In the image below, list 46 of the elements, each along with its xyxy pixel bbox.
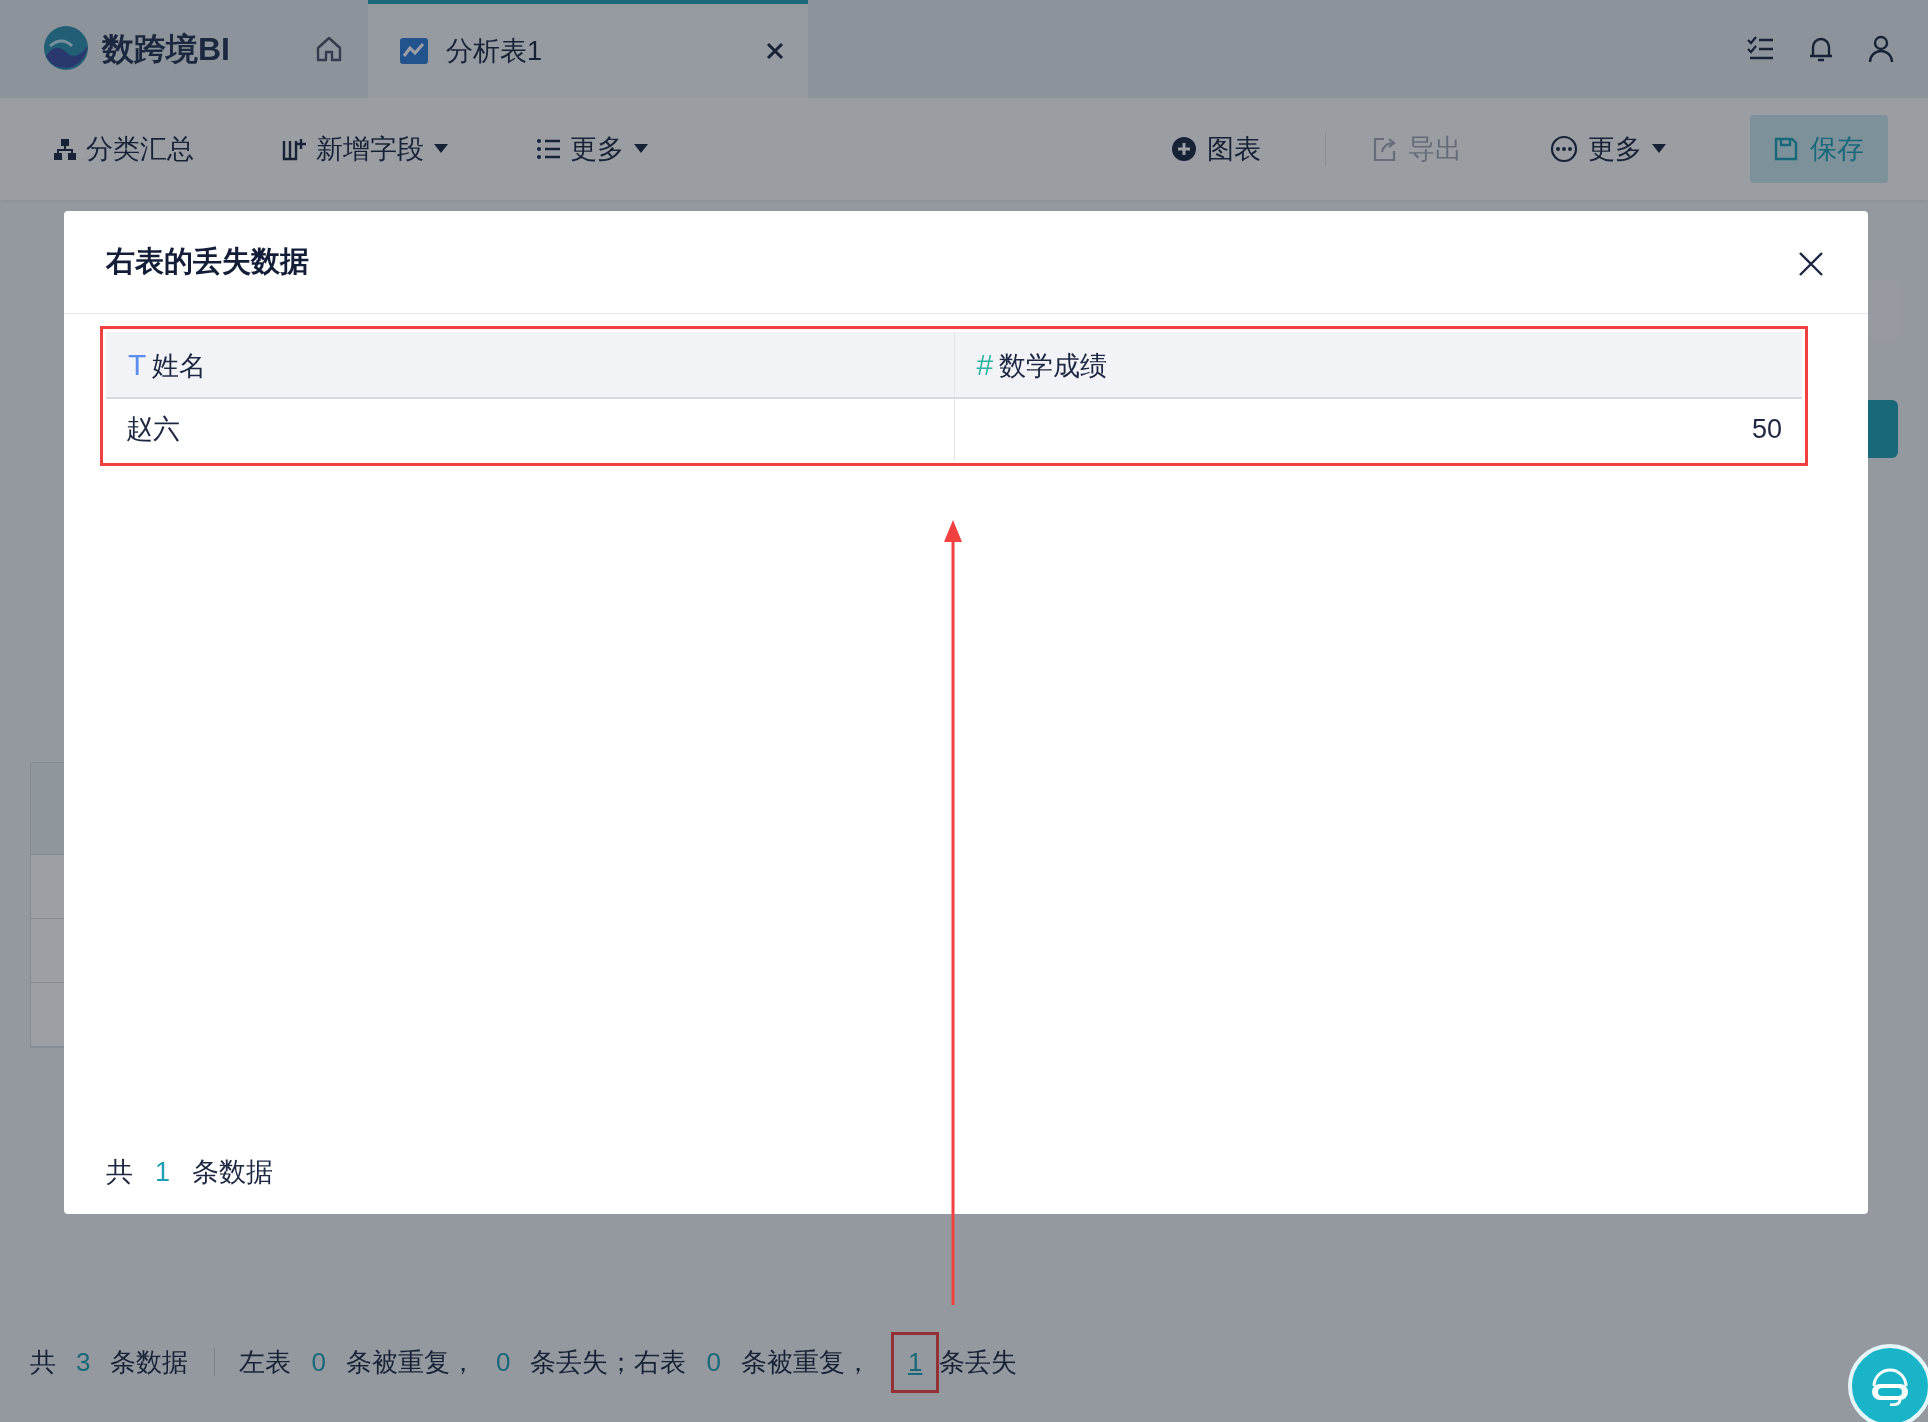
toolbar-button[interactable]: 更多: [532, 122, 652, 176]
count: 0: [311, 1345, 326, 1379]
add-column-icon: [282, 137, 306, 161]
tab-label: 分析表1: [446, 34, 544, 68]
close-icon: [1798, 250, 1824, 277]
column-label: 数学成绩: [999, 351, 1108, 381]
caret-icon: [1652, 144, 1666, 154]
plus-circle-icon: [1171, 136, 1197, 162]
toolbar-button[interactable]: 更多: [1546, 122, 1670, 176]
home-icon: [315, 35, 343, 63]
close-icon: [766, 42, 784, 60]
export-icon: [1372, 136, 1398, 162]
status-text: 共: [30, 1345, 56, 1379]
tab[interactable]: 分析表1: [368, 0, 808, 98]
chart-icon: [400, 38, 428, 64]
app-name: 数跨境BI: [102, 30, 230, 69]
count: 1: [155, 1155, 171, 1189]
hierarchy-icon: [54, 138, 76, 160]
bell-icon: [1808, 35, 1834, 63]
status-text: 条丢失: [939, 1345, 1018, 1379]
footer-text: 共: [106, 1155, 133, 1189]
footer-text: 条数据: [192, 1155, 274, 1189]
count: 0: [706, 1345, 721, 1379]
type-mark: #: [976, 348, 994, 381]
list-icon: [536, 138, 560, 160]
status-text: 条被重复，: [740, 1345, 871, 1379]
status-text: 条数据: [110, 1345, 189, 1379]
list-icon: [1746, 36, 1774, 62]
caret-icon: [434, 144, 448, 154]
table-cell: 赵六: [106, 398, 954, 460]
ellipsis-icon: [1550, 135, 1578, 163]
count: 0: [495, 1345, 511, 1379]
column-label: 姓名: [152, 351, 207, 381]
toolbar-button[interactable]: 分类汇总: [50, 122, 198, 176]
save-icon: [1774, 137, 1798, 161]
caret-icon: [634, 144, 648, 154]
type-mark: T: [128, 348, 147, 381]
status-text: 条被重复，: [345, 1345, 476, 1379]
count: 3: [76, 1345, 91, 1379]
toolbar-button[interactable]: 图表: [1167, 122, 1265, 176]
toolbar-button[interactable]: 新增字段: [278, 122, 452, 176]
status-text: 条丢失；右表: [530, 1345, 687, 1379]
table-cell: 50: [954, 398, 1802, 460]
dialog-title: 右表的丢失数据: [106, 244, 309, 280]
user-icon: [1868, 35, 1894, 63]
status-text: 左表: [239, 1345, 292, 1379]
